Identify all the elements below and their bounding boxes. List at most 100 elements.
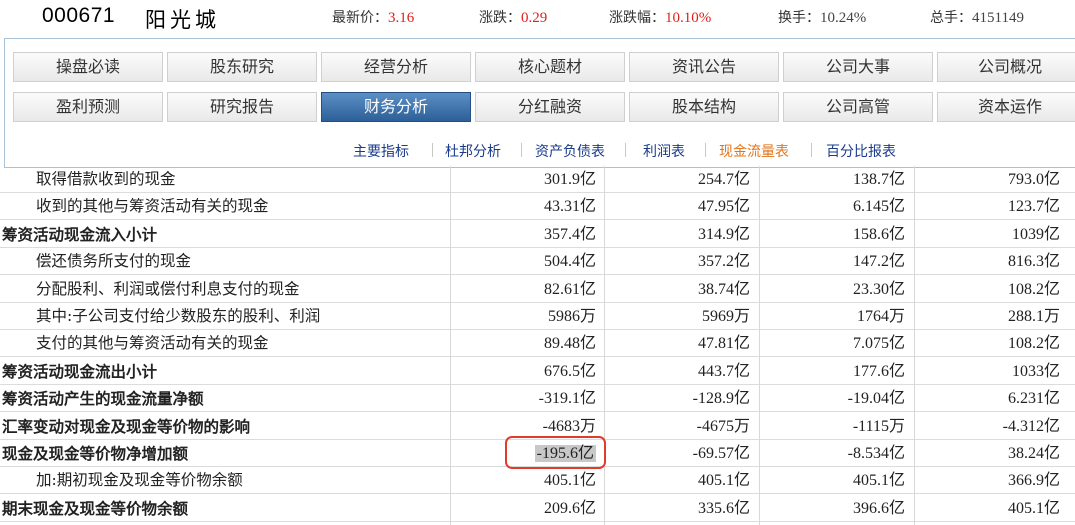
tab-row2-4[interactable]: 股本结构 [629, 92, 779, 122]
row-value-col-2: 254.7亿 [697, 171, 750, 188]
row-value-col-1: 301.9亿 [543, 171, 596, 188]
row-value-col-3: 396.6亿 [852, 499, 905, 517]
row-value-col-3: 405.1亿 [852, 472, 905, 490]
column-divider [914, 166, 915, 525]
row-value-col-4: 108.2亿 [1007, 335, 1060, 353]
row-value-col-3: -8.534亿 [847, 445, 905, 462]
row-value-col-4: 123.7亿 [1007, 198, 1060, 216]
row-value-col-2: -4675万 [696, 417, 750, 435]
row-value-col-2: 314.9亿 [697, 225, 750, 243]
column-divider [759, 166, 760, 525]
tab-row2-3[interactable]: 分红融资 [475, 92, 625, 122]
subnav-link-2[interactable]: 资产负债表 [535, 141, 605, 161]
highlight-annotation-box [505, 436, 606, 469]
row-value-col-2: 47.81亿 [697, 335, 750, 353]
latest-price: 最新价：3.16 [332, 7, 414, 27]
subnav-separator [811, 143, 812, 157]
latest-price-value: 3.16 [388, 10, 415, 26]
stock-header: 000671 阳光城 最新价：3.16 涨跌：0.29 涨跌幅：10.10% 换… [0, 0, 1075, 34]
row-value-col-2: -128.9亿 [692, 390, 750, 408]
row-value-col-2: 5969万 [701, 308, 750, 325]
row-value-col-2: -69.57亿 [692, 445, 750, 462]
total-volume-label: 总手： [930, 10, 972, 26]
tab-row1-5[interactable]: 公司大事 [783, 52, 933, 82]
subnav-link-5[interactable]: 百分比报表 [826, 141, 896, 161]
tab-row2-1[interactable]: 研究报告 [167, 92, 317, 122]
section-nav-panel: 操盘必读 股东研究 经营分析 核心题材 资讯公告 公司大事 公司概况 盈利预测 研究报告 财务分… [4, 38, 1075, 168]
subnav-separator [521, 143, 522, 157]
row-value-col-1: 209.6亿 [543, 499, 596, 517]
total-volume: 总手：4151149 [930, 7, 1024, 27]
row-label: 偿还债务所支付的现金 [36, 252, 192, 271]
tab-row1-4[interactable]: 资讯公告 [629, 52, 779, 82]
subnav-separator [432, 143, 433, 157]
subnav-separator [705, 143, 706, 157]
subnav-link-0[interactable]: 主要指标 [353, 141, 409, 161]
price-change-label: 涨跌： [479, 10, 521, 26]
row-value-col-4: 6.231亿 [1007, 390, 1060, 408]
row-value-col-1: 82.61亿 [543, 280, 596, 298]
row-value-col-1: 357.4亿 [543, 225, 596, 243]
price-change-pct: 涨跌幅：10.10% [609, 7, 711, 27]
tab-row1-3[interactable]: 核心题材 [475, 52, 625, 82]
row-label: 收到的其他与筹资活动有关的现金 [36, 197, 269, 216]
row-label: 支付的其他与筹资活动有关的现金 [36, 334, 269, 353]
row-value-col-2: 47.95亿 [697, 198, 750, 216]
row-value-col-3: 138.7亿 [852, 171, 905, 188]
subnav-link-3[interactable]: 利润表 [643, 141, 685, 161]
row-label: 筹资活动现金流入小计 [2, 224, 158, 244]
column-divider [450, 166, 451, 525]
row-value-col-3: 6.145亿 [852, 198, 905, 216]
price-change-value: 0.29 [521, 10, 548, 26]
tab-row2-0[interactable]: 盈利预测 [13, 92, 163, 122]
tab-row2-5[interactable]: 公司高管 [783, 92, 933, 122]
row-value-col-4: 1033亿 [1011, 362, 1060, 380]
row-value-col-4: 405.1亿 [1007, 499, 1060, 517]
row-value-col-2: 357.2亿 [697, 253, 750, 271]
turnover-value: 10.24% [820, 10, 867, 26]
latest-price-label: 最新价： [332, 10, 388, 26]
row-label: 现金及现金等价物净增加额 [2, 444, 189, 463]
row-value-col-4: 793.0亿 [1007, 171, 1060, 188]
row-label: 加:期初现金及现金等价物余额 [36, 471, 243, 490]
tab-row1-0[interactable]: 操盘必读 [13, 52, 163, 82]
row-value-col-4: 288.1万 [1007, 308, 1060, 325]
row-value-col-3: -1115万 [852, 417, 905, 435]
row-value-col-3: 7.075亿 [852, 335, 905, 353]
row-label: 取得借款收到的现金 [36, 170, 176, 188]
row-value-col-1: 5986万 [547, 308, 596, 325]
subnav-link-1[interactable]: 杜邦分析 [445, 141, 501, 161]
row-label: 筹资活动现金流出小计 [2, 361, 158, 381]
row-label: 其中:子公司支付给少数股东的股利、利润 [36, 307, 321, 325]
row-label: 汇率变动对现金及现金等价物的影响 [2, 416, 251, 436]
price-change-pct-label: 涨跌幅： [609, 10, 665, 26]
tab-row2-6[interactable]: 资本运作 [937, 92, 1075, 122]
tab-row1-2[interactable]: 经营分析 [321, 52, 471, 82]
row-value-col-1: 676.5亿 [543, 362, 596, 380]
row-value-col-3: 158.6亿 [852, 225, 905, 243]
stock-name: 阳光城 [145, 8, 220, 32]
row-label: 分配股利、利润或偿付利息支付的现金 [36, 279, 300, 298]
row-value-col-2: 335.6亿 [697, 499, 750, 517]
row-value-col-2: 405.1亿 [697, 472, 750, 490]
tab-row2-2[interactable]: 财务分析 [321, 92, 471, 122]
row-value-col-4: 366.9亿 [1007, 472, 1060, 490]
row-value-col-4: -4.312亿 [1002, 417, 1060, 435]
turnover: 换手：10.24% [778, 7, 866, 27]
tab-row1-6[interactable]: 公司概况 [937, 52, 1075, 82]
turnover-label: 换手： [778, 10, 820, 26]
row-value-col-4: 38.24亿 [1007, 445, 1060, 462]
row-value-col-3: 23.30亿 [852, 280, 905, 298]
row-value-col-3: -19.04亿 [847, 390, 905, 408]
price-change-pct-value: 10.10% [665, 10, 712, 26]
row-value-col-1: 43.31亿 [543, 198, 596, 216]
row-value-col-2: 443.7亿 [697, 362, 750, 380]
tab-row1-1[interactable]: 股东研究 [167, 52, 317, 82]
row-label: 筹资活动产生的现金流量净额 [2, 389, 204, 409]
financial-subnav: 主要指标 杜邦分析 资产负债表 利润表 现金流量表 百分比报表 [5, 135, 1075, 165]
row-value-col-1: 405.1亿 [543, 472, 596, 490]
row-value-col-2: 38.74亿 [697, 280, 750, 298]
row-value-col-3: 177.6亿 [852, 362, 905, 380]
subnav-link-4[interactable]: 现金流量表 [719, 141, 789, 161]
row-value-col-1: 89.48亿 [543, 335, 596, 353]
